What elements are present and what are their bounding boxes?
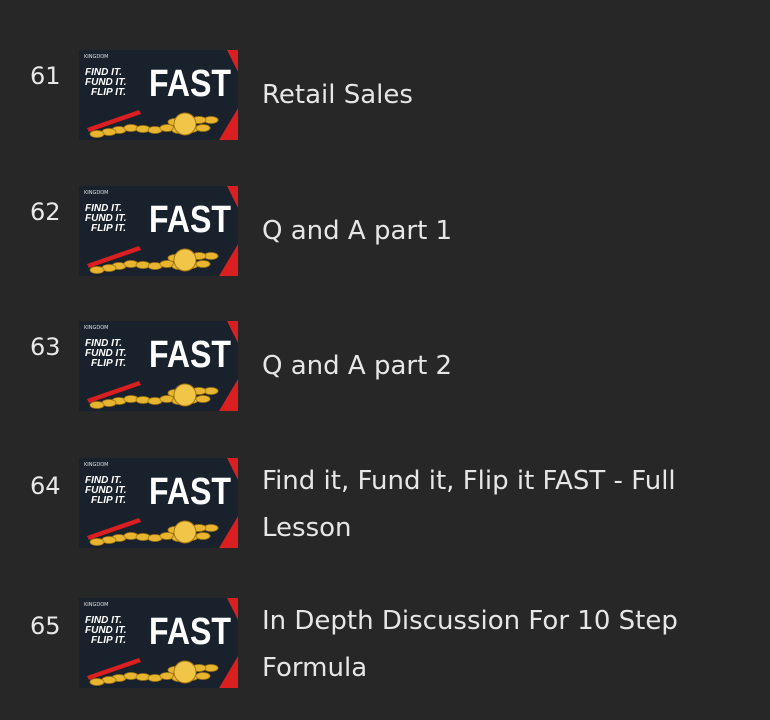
coin-icon	[195, 124, 211, 132]
thumbnail-headline: FAST	[149, 199, 231, 241]
thumbnail-line: FLIP IT.	[91, 87, 126, 98]
corner-logo: KINGDOM	[84, 54, 108, 60]
coin-icon	[195, 672, 211, 680]
corner-logo: KINGDOM	[84, 325, 108, 331]
coin-icon	[173, 248, 197, 272]
lesson-number: 64	[30, 472, 61, 500]
coin-icon	[89, 538, 105, 546]
thumbnail-headline: FAST	[149, 63, 231, 105]
coin-icon	[195, 532, 211, 540]
corner-logo: KINGDOM	[84, 190, 108, 196]
lesson-item[interactable]: 62 KINGDOM FIND IT. FUND IT. FLIP IT. FAST Q…	[0, 186, 770, 286]
lesson-title[interactable]: Retail Sales	[262, 72, 742, 119]
corner-logo: KINGDOM	[84, 462, 108, 468]
lesson-thumbnail[interactable]: KINGDOM FIND IT. FUND IT. FLIP IT. FAST	[79, 50, 238, 140]
coin-icon	[173, 520, 197, 544]
lesson-number: 65	[30, 612, 61, 640]
lesson-title[interactable]: Q and A part 1	[262, 208, 742, 255]
coin-icon	[89, 401, 105, 409]
coin-icon	[89, 678, 105, 686]
lesson-thumbnail[interactable]: KINGDOM FIND IT. FUND IT. FLIP IT. FAST	[79, 458, 238, 548]
thumbnail-artwork: KINGDOMFIND IT.FUND IT.FLIP IT. FAST	[79, 321, 238, 411]
thumbnail-headline: FAST	[149, 611, 231, 653]
corner-logo: KINGDOM	[84, 602, 108, 608]
lesson-title[interactable]: Q and A part 2	[262, 343, 742, 390]
lesson-number: 63	[30, 333, 61, 361]
lesson-title[interactable]: Find it, Fund it, Flip it FAST - Full Le…	[262, 458, 742, 552]
thumbnail-artwork: KINGDOMFIND IT.FUND IT.FLIP IT. FAST	[79, 598, 238, 688]
coin-icon	[89, 130, 105, 138]
lesson-item[interactable]: 65 KINGDOM FIND IT. FUND IT. FLIP IT. FAST I…	[0, 598, 770, 698]
thumbnail-line: FLIP IT.	[91, 358, 126, 369]
lesson-title[interactable]: In Depth Discussion For 10 Step Formula	[262, 598, 742, 692]
thumbnail-line: FLIP IT.	[91, 223, 126, 234]
thumbnail-headline: FAST	[149, 471, 231, 513]
thumbnail-line: FLIP IT.	[91, 635, 126, 646]
thumbnail-artwork: KINGDOMFIND IT.FUND IT.FLIP IT. FAST	[79, 458, 238, 548]
lesson-number: 62	[30, 198, 61, 226]
thumbnail-headline: FAST	[149, 334, 231, 376]
thumbnail-artwork: KINGDOMFIND IT.FUND IT.FLIP IT. FAST	[79, 186, 238, 276]
thumbnail-artwork: KINGDOMFIND IT.FUND IT.FLIP IT. FAST	[79, 50, 238, 140]
lesson-item[interactable]: 64 KINGDOM FIND IT. FUND IT. FLIP IT. FAST F…	[0, 458, 770, 558]
coin-icon	[195, 395, 211, 403]
lesson-thumbnail[interactable]: KINGDOM FIND IT. FUND IT. FLIP IT. FAST	[79, 598, 238, 688]
coin-icon	[89, 266, 105, 274]
coin-icon	[173, 112, 197, 136]
coin-icon	[173, 660, 197, 684]
lesson-thumbnail[interactable]: KINGDOM FIND IT. FUND IT. FLIP IT. FAST	[79, 321, 238, 411]
lesson-thumbnail[interactable]: KINGDOM FIND IT. FUND IT. FLIP IT. FAST	[79, 186, 238, 276]
lesson-list: 61 KINGDOM FIND IT. FUND IT. FLIP IT. FAST R…	[0, 0, 770, 720]
coin-icon	[173, 383, 197, 407]
lesson-number: 61	[30, 62, 61, 90]
thumbnail-line: FLIP IT.	[91, 495, 126, 506]
lesson-item[interactable]: 63 KINGDOM FIND IT. FUND IT. FLIP IT. FAST Q…	[0, 321, 770, 421]
lesson-item[interactable]: 61 KINGDOM FIND IT. FUND IT. FLIP IT. FAST R…	[0, 50, 770, 150]
coin-icon	[195, 260, 211, 268]
